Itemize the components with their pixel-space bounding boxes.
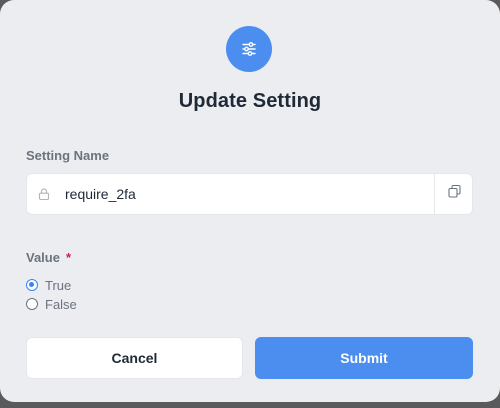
radio-false-button[interactable]	[26, 298, 38, 310]
dialog-title: Update Setting	[178, 90, 322, 112]
copy-button[interactable]	[435, 174, 473, 214]
radio-true-label: True	[45, 277, 72, 293]
radio-false-label: False	[45, 296, 77, 312]
radio-option-true[interactable]: True	[26, 276, 71, 294]
submit-button[interactable]: Submit	[255, 337, 473, 379]
value-label-text: Value	[26, 250, 60, 265]
value-label: Value *	[26, 250, 71, 265]
setting-name-label: Setting Name	[26, 148, 110, 163]
setting-name-value: require_2fa	[65, 186, 136, 202]
cancel-button[interactable]: Cancel	[26, 337, 243, 379]
required-marker: *	[65, 250, 72, 265]
lock-icon	[37, 187, 51, 201]
sliders-icon	[226, 26, 272, 72]
radio-option-false[interactable]: False	[26, 295, 77, 313]
radio-true-button[interactable]	[26, 279, 38, 291]
setting-name-field[interactable]: require_2fa	[26, 173, 473, 215]
update-setting-dialog: Update Setting Setting Name require_2fa …	[0, 0, 500, 402]
copy-icon	[447, 184, 462, 204]
